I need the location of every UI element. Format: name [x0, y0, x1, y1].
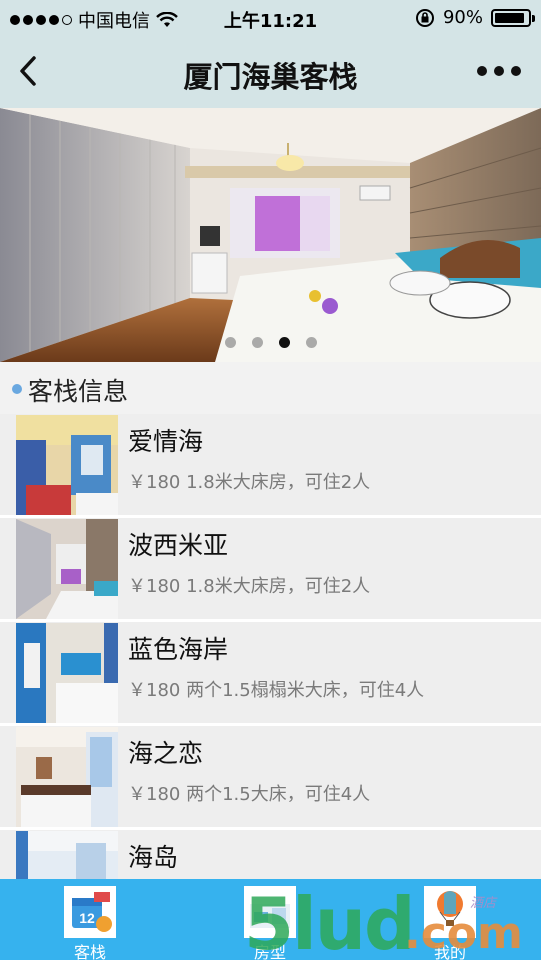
room-name: 爱情海: [128, 427, 204, 456]
room-thumbnail: [16, 831, 118, 879]
room-item[interactable]: 波西米亚 ￥180 1.8米大床房，可住2人: [0, 518, 541, 621]
room-desc: ￥180 1.8米大床房，可住2人: [128, 472, 371, 493]
more-dot: [511, 66, 521, 76]
room-item[interactable]: 爱情海 ￥180 1.8米大床房，可住2人: [0, 414, 541, 517]
status-right: 90%: [415, 7, 535, 28]
battery-percent: 90%: [442, 7, 483, 28]
room-name: 海岛: [128, 843, 179, 872]
room-item[interactable]: 海岛: [0, 830, 541, 879]
watermark-small: 酒店: [470, 896, 497, 911]
section-title: 客栈信息: [28, 377, 129, 406]
banner-image: [0, 108, 541, 362]
room-thumbnail: [16, 623, 118, 723]
carousel-pager: [0, 337, 541, 348]
pager-dot[interactable]: [251, 337, 263, 348]
battery-icon: [491, 8, 535, 27]
room-list: 爱情海 ￥180 1.8米大床房，可住2人 波西米亚 ￥180 1.8米大床房，…: [0, 414, 541, 879]
room-desc: ￥180 两个1.5大床，可住4人: [128, 784, 371, 805]
room-name: 海之恋: [128, 739, 204, 768]
watermark-suffix: .com: [404, 908, 523, 959]
tab-label: 客栈: [73, 943, 106, 960]
more-button[interactable]: [477, 58, 521, 84]
room-thumbnail: [16, 415, 118, 515]
status-bar: 中国电信 上午11:21 90%: [0, 0, 541, 36]
room-desc: ￥180 两个1.5榻榻米大床，可住4人: [128, 680, 425, 701]
page-title: 厦门海巢客栈: [183, 60, 358, 94]
more-dot: [477, 66, 487, 76]
pager-dot[interactable]: [305, 337, 317, 348]
calendar-icon: 12: [64, 886, 116, 938]
tab-inn[interactable]: 12 客栈: [30, 879, 150, 960]
pager-dot[interactable]: [224, 337, 236, 348]
pager-dot-active[interactable]: [278, 337, 290, 348]
more-dot: [494, 66, 504, 76]
room-thumbnail: [16, 727, 118, 827]
room-item[interactable]: 海之恋 ￥180 两个1.5大床，可住4人: [0, 726, 541, 829]
room-thumbnail: [16, 519, 118, 619]
svg-text:12: 12: [79, 910, 95, 926]
room-item[interactable]: 蓝色海岸 ￥180 两个1.5榻榻米大床，可住4人: [0, 622, 541, 725]
room-desc: ￥180 1.8米大床房，可住2人: [128, 576, 371, 597]
section-dot-icon: [12, 384, 22, 394]
room-name: 蓝色海岸: [128, 635, 229, 664]
section-header: 客栈信息: [0, 362, 541, 414]
rotation-lock-icon: [415, 8, 434, 27]
banner-carousel[interactable]: [0, 108, 541, 362]
room-name: 波西米亚: [128, 531, 229, 560]
nav-bar: 厦门海巢客栈: [0, 36, 541, 108]
watermark-text: 5lud: [244, 882, 416, 960]
